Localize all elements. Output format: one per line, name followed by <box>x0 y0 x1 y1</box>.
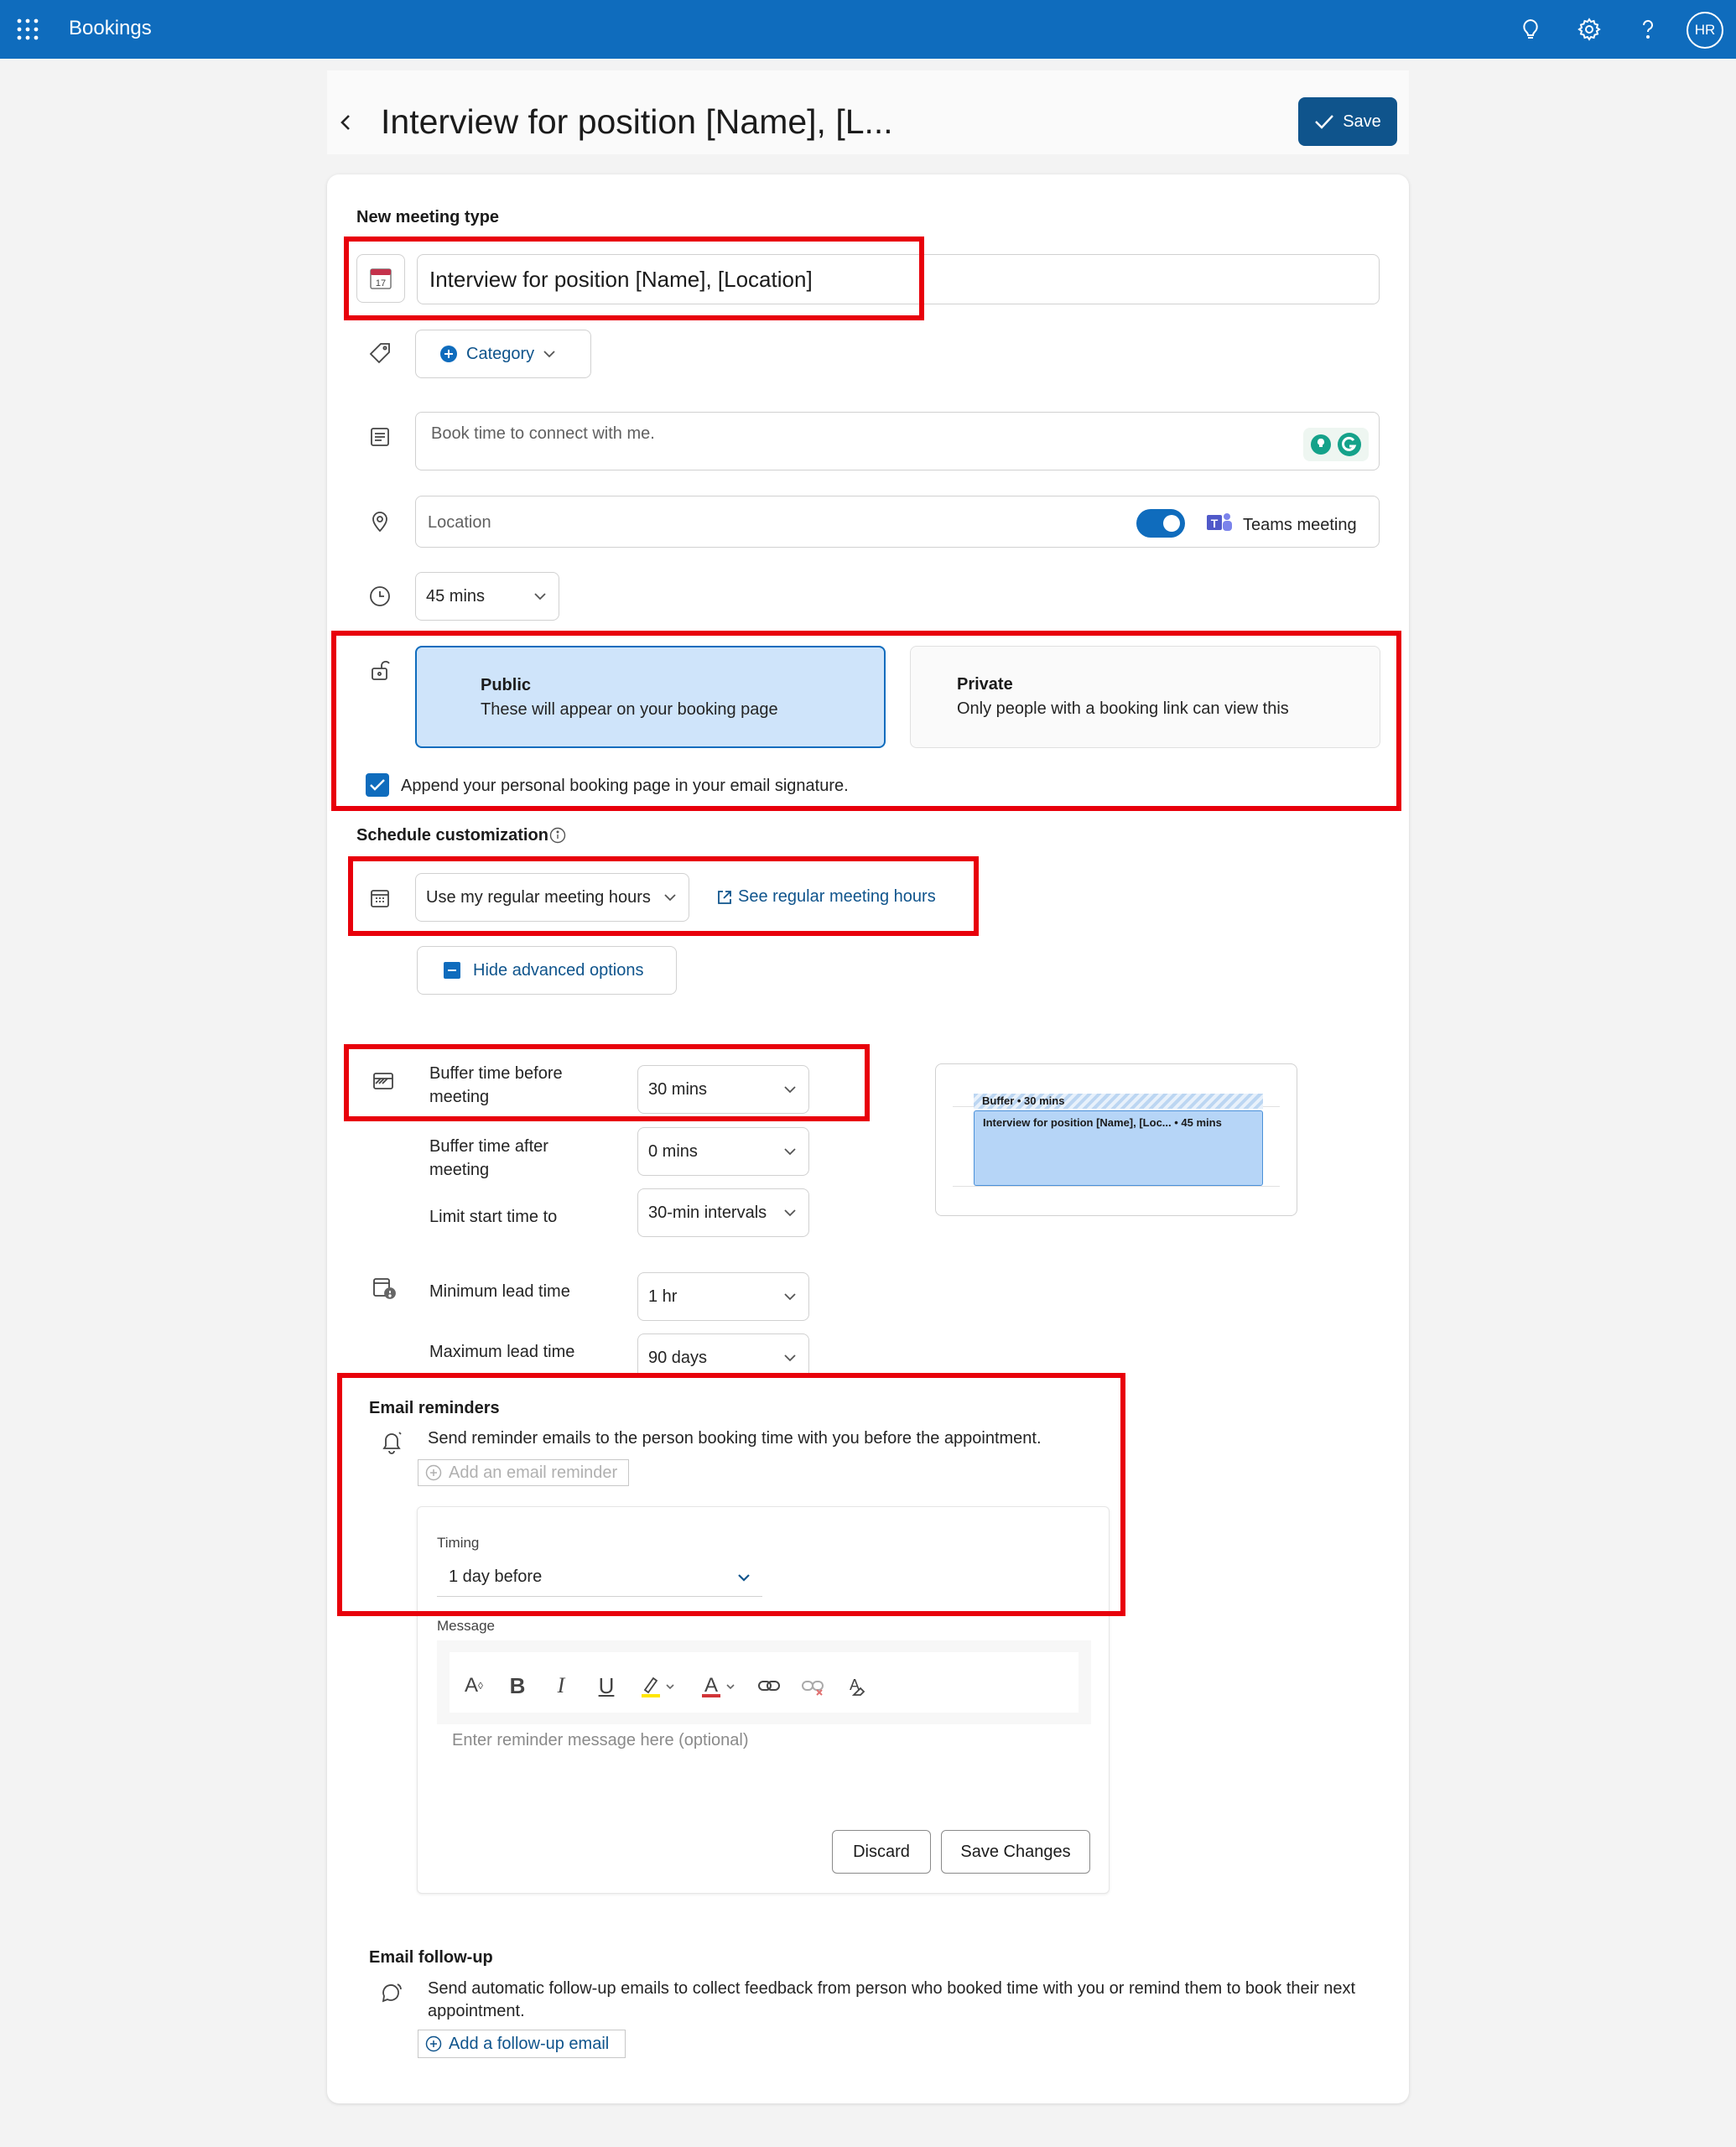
page-title: Interview for position [Name], [L... <box>381 102 893 141</box>
checkmark-icon <box>1315 115 1334 129</box>
tag-icon <box>367 341 392 366</box>
highlight-box-meeting-name <box>344 237 924 320</box>
category-dropdown[interactable]: Category <box>415 330 591 378</box>
svg-text:T: T <box>1211 517 1219 530</box>
highlight-color-icon[interactable] <box>636 1671 683 1700</box>
followup-description: Send automatic follow-up emails to colle… <box>428 1979 1356 2020</box>
unlink-icon[interactable] <box>798 1671 827 1700</box>
svg-text:A: A <box>704 1674 718 1697</box>
lightbulb-icon[interactable] <box>1518 17 1543 42</box>
buffer-after-label: Buffer time after meeting <box>429 1137 548 1179</box>
description-input[interactable]: Book time to connect with me. <box>415 412 1380 470</box>
calendar-clock-icon <box>371 1275 396 1300</box>
description-placeholder: Book time to connect with me. <box>431 424 655 443</box>
duration-value: 45 mins <box>426 586 486 606</box>
clear-formatting-icon[interactable]: A <box>842 1671 871 1700</box>
buffer-after-value: 0 mins <box>648 1141 698 1161</box>
highlight-box-visibility <box>331 631 1401 811</box>
italic-icon[interactable]: I <box>547 1671 575 1700</box>
save-button[interactable]: Save <box>1298 97 1397 146</box>
chevron-down-icon <box>784 1354 796 1362</box>
app-name[interactable]: Bookings <box>69 17 152 40</box>
clock-icon <box>367 584 392 609</box>
max-lead-label: Maximum lead time <box>429 1343 575 1361</box>
hide-advanced-button[interactable]: Hide advanced options <box>417 946 677 995</box>
add-followup-label: Add a follow-up email <box>449 2034 610 2053</box>
location-input[interactable]: Location <box>415 496 1380 548</box>
chat-followup-icon <box>379 1979 404 2004</box>
plus-circle-icon <box>425 2035 442 2052</box>
chevron-down-icon <box>543 351 555 358</box>
chevron-down-icon <box>784 1148 796 1156</box>
highlight-box-email-reminders-outline <box>337 1373 1125 1616</box>
bold-icon[interactable]: B <box>503 1671 532 1700</box>
lightbulb-assist-icon <box>1311 434 1331 455</box>
font-size-icon[interactable]: A ◊ <box>460 1671 488 1700</box>
underline-icon[interactable]: U <box>592 1671 621 1700</box>
location-pin-icon <box>367 508 392 533</box>
min-lead-value: 1 hr <box>648 1287 678 1306</box>
min-lead-label: Minimum lead time <box>429 1282 570 1301</box>
highlight-box-buffer-before <box>344 1044 870 1121</box>
top-bar: Bookings HR <box>0 0 1736 59</box>
preview-event-block: Interview for position [Name], [Loc... •… <box>974 1110 1263 1186</box>
save-changes-button[interactable]: Save Changes <box>941 1830 1090 1874</box>
preview-buffer-block: Buffer • 30 mins <box>974 1094 1263 1109</box>
category-label: Category <box>466 344 535 363</box>
help-icon[interactable] <box>1635 17 1661 42</box>
info-icon[interactable] <box>549 827 566 844</box>
highlight-box-meeting-hours <box>348 856 979 936</box>
notes-icon <box>367 424 392 450</box>
limit-start-dropdown[interactable]: 30-min intervals <box>637 1188 809 1237</box>
duration-dropdown[interactable]: 45 mins <box>415 572 559 621</box>
teams-icon: T <box>1205 510 1234 537</box>
buffer-preview-panel: Buffer • 30 mins Interview for position … <box>935 1063 1297 1216</box>
link-icon[interactable] <box>755 1671 783 1700</box>
teams-meeting-label: Teams meeting <box>1243 516 1357 534</box>
max-lead-value: 90 days <box>648 1348 708 1367</box>
gear-icon[interactable] <box>1577 17 1602 42</box>
section-label-new-meeting-type: New meeting type <box>356 208 500 226</box>
font-color-icon[interactable]: A <box>696 1671 743 1700</box>
avatar[interactable]: HR <box>1687 12 1723 49</box>
app-launcher-icon[interactable] <box>17 18 39 40</box>
add-followup-button[interactable]: Add a follow-up email <box>418 2030 626 2058</box>
min-lead-dropdown[interactable]: 1 hr <box>637 1272 809 1321</box>
chevron-down-icon <box>784 1293 796 1301</box>
back-chevron-icon[interactable] <box>337 111 354 134</box>
limit-start-value: 30-min intervals <box>648 1203 767 1222</box>
hide-advanced-label: Hide advanced options <box>473 960 644 980</box>
minus-square-icon <box>444 962 460 979</box>
chevron-down-icon <box>534 593 546 600</box>
message-placeholder[interactable]: Enter reminder message here (optional) <box>452 1731 749 1750</box>
buffer-after-dropdown[interactable]: 0 mins <box>637 1127 809 1176</box>
section-label-schedule: Schedule customization <box>356 826 548 845</box>
message-label: Message <box>437 1618 495 1634</box>
teams-meeting-toggle[interactable] <box>1136 509 1185 538</box>
grammarly-widget[interactable] <box>1303 428 1369 461</box>
limit-start-label: Limit start time to <box>429 1208 558 1226</box>
location-placeholder: Location <box>428 513 491 532</box>
chevron-down-icon <box>784 1209 796 1217</box>
grammarly-icon <box>1338 433 1361 456</box>
plus-circle-icon <box>440 346 457 362</box>
save-label: Save <box>1343 112 1381 131</box>
section-label-email-followup: Email follow-up <box>369 1948 493 1967</box>
discard-button[interactable]: Discard <box>832 1830 931 1874</box>
